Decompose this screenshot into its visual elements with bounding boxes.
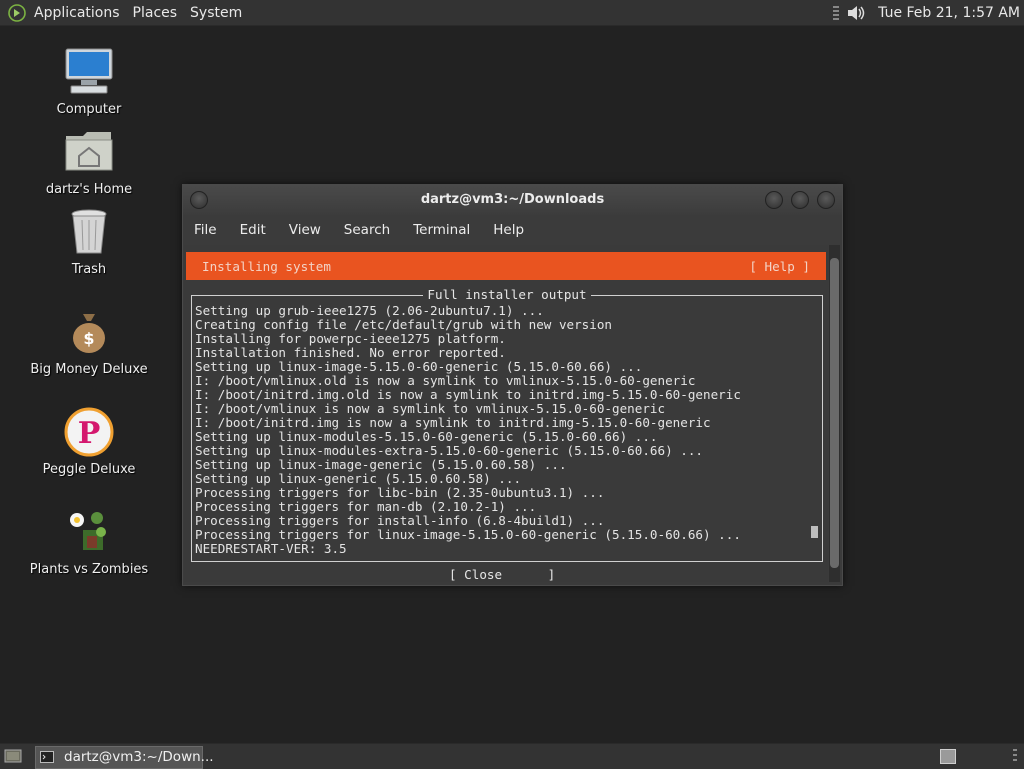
desktop-icon-label: Trash xyxy=(71,262,107,277)
desktop-icon-computer[interactable]: Computer xyxy=(24,46,154,117)
output-line: Processing triggers for linux-image-5.15… xyxy=(195,528,741,542)
installer-output-log: Setting up grub-ieee1275 (2.06-2ubuntu7.… xyxy=(195,304,805,556)
bottom-panel: dartz@vm3:~/Down... xyxy=(0,743,1024,769)
terminal-scrollbar[interactable] xyxy=(829,245,840,582)
output-line: I: /boot/initrd.img is now a symlink to … xyxy=(195,416,711,430)
output-line: I: /boot/vmlinux.old is now a symlink to… xyxy=(195,374,696,388)
output-line: Setting up linux-image-generic (5.15.0.6… xyxy=(195,458,567,472)
close-window-button[interactable] xyxy=(817,191,835,209)
window-titlebar[interactable]: dartz@vm3:~/Downloads xyxy=(183,185,842,215)
svg-text:$: $ xyxy=(83,329,94,348)
output-line: Setting up linux-image-5.15.0-60-generic… xyxy=(195,360,643,374)
installer-title: Installing system xyxy=(202,259,331,274)
output-line: Installation finished. No error reported… xyxy=(195,346,506,360)
output-line: Setting up grub-ieee1275 (2.06-2ubuntu7.… xyxy=(195,304,544,318)
desktop-icon-label: dartz's Home xyxy=(45,182,133,197)
terminal-window[interactable]: dartz@vm3:~/Downloads File Edit View Sea… xyxy=(182,184,843,586)
home-folder-icon xyxy=(65,132,113,171)
output-line: I: /boot/vmlinux is now a symlink to vml… xyxy=(195,402,666,416)
installer-output-frame: Full installer output Setting up grub-ie… xyxy=(191,287,823,562)
volume-icon[interactable] xyxy=(846,3,868,23)
help-button[interactable]: [ Help ] xyxy=(749,259,810,274)
desktop-icon-trash[interactable]: Trash xyxy=(24,206,154,277)
scrollbar-thumb[interactable] xyxy=(830,258,839,568)
maximize-button[interactable] xyxy=(791,191,809,209)
output-line: Setting up linux-generic (5.15.0.60.58) … xyxy=(195,472,522,486)
desktop-icon-label: Plants vs Zombies xyxy=(29,562,149,577)
workspace-switcher[interactable] xyxy=(940,749,956,764)
close-button[interactable]: [ Close ] xyxy=(449,567,555,582)
panel-handle-icon xyxy=(833,5,840,20)
top-panel: Applications Places System Tue Feb 21, 1… xyxy=(0,0,1024,26)
window-menubar: File Edit View Search Terminal Help xyxy=(183,217,842,243)
output-line: Setting up linux-modules-5.15.0-60-gener… xyxy=(195,430,658,444)
peggle-icon: P xyxy=(64,407,114,457)
output-line: Creating config file /etc/default/grub w… xyxy=(195,318,613,332)
desktop-icon-plants-vs-zombies[interactable]: Plants vs Zombies xyxy=(24,506,154,577)
terminal-icon xyxy=(40,751,54,763)
output-line: Installing for powerpc-ieee1275 platform… xyxy=(195,332,506,346)
trash-icon xyxy=(71,209,107,254)
menu-applications[interactable]: Applications xyxy=(34,5,120,21)
taskbar-button-label: dartz@vm3:~/Down... xyxy=(64,749,214,765)
desktop-icon-peggle[interactable]: P Peggle Deluxe xyxy=(24,406,154,477)
output-line: Processing triggers for install-info (6.… xyxy=(195,514,605,528)
output-frame-title: Full installer output xyxy=(423,287,591,302)
plants-vs-zombies-icon xyxy=(70,512,106,550)
money-bag-icon: $ xyxy=(73,314,105,353)
output-line: Setting up linux-modules-extra-5.15.0-60… xyxy=(195,444,703,458)
menu-edit[interactable]: Edit xyxy=(240,222,266,238)
menu-file[interactable]: File xyxy=(194,222,217,238)
gnome-foot-logo-icon[interactable] xyxy=(8,3,26,22)
menu-system[interactable]: System xyxy=(190,5,242,21)
installer-header: Installing system [ Help ] xyxy=(186,252,826,280)
output-line: I: /boot/initrd.img.old is now a symlink… xyxy=(195,388,741,402)
show-desktop-icon[interactable] xyxy=(4,748,22,764)
panel-handle-icon xyxy=(1013,749,1017,761)
terminal-content[interactable]: Installing system [ Help ] Full installe… xyxy=(184,245,828,582)
svg-text:P: P xyxy=(78,416,101,451)
taskbar-terminal-button[interactable]: dartz@vm3:~/Down... xyxy=(35,746,214,769)
desktop-icon-label: Computer xyxy=(56,102,122,117)
computer-icon xyxy=(65,48,113,94)
output-line: NEEDRESTART-VER: 3.5 xyxy=(195,542,347,556)
desktop-icon-label: Big Money Deluxe xyxy=(30,362,148,377)
window-title: dartz@vm3:~/Downloads xyxy=(420,192,605,207)
menu-places[interactable]: Places xyxy=(133,5,178,21)
menu-help[interactable]: Help xyxy=(493,222,524,238)
output-line: Processing triggers for man-db (2.10.2-1… xyxy=(195,500,537,514)
desktop-icon-home[interactable]: dartz's Home xyxy=(24,126,154,197)
desktop-icon-label: Peggle Deluxe xyxy=(42,462,136,477)
minimize-button[interactable] xyxy=(765,191,783,209)
clock[interactable]: Tue Feb 21, 1:57 AM xyxy=(878,5,1020,21)
menu-view[interactable]: View xyxy=(289,222,321,238)
menu-search[interactable]: Search xyxy=(344,222,390,238)
output-scroll-indicator[interactable] xyxy=(811,526,818,538)
menu-terminal[interactable]: Terminal xyxy=(413,222,470,238)
output-line: Processing triggers for libc-bin (2.35-0… xyxy=(195,486,605,500)
desktop-icon-big-money[interactable]: $ Big Money Deluxe xyxy=(24,306,154,377)
